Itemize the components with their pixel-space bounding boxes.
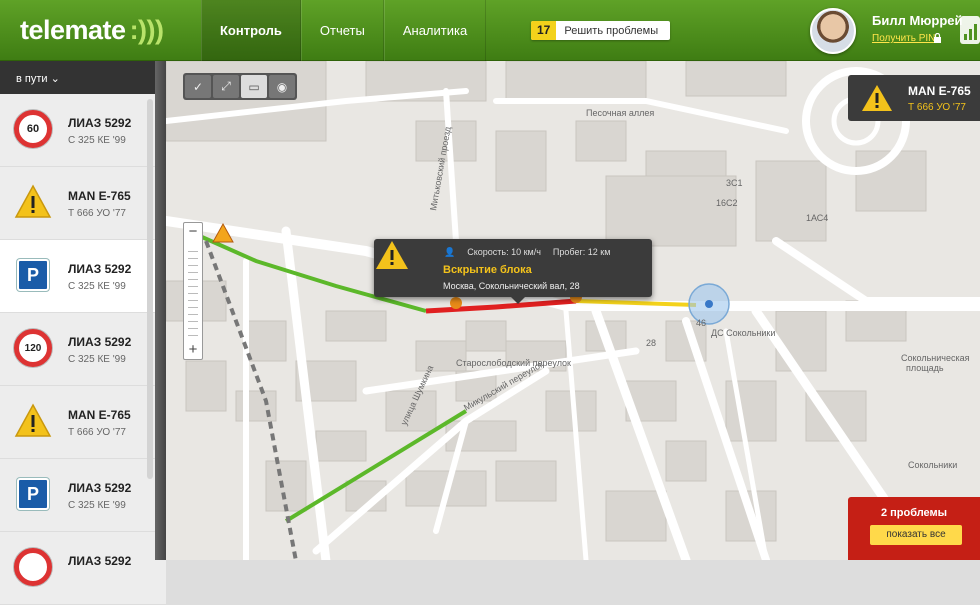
speed-value: Скорость: 10 км/ч — [467, 247, 541, 257]
traffic-toggle-button[interactable]: ▭ — [241, 75, 267, 98]
vehicle-plate: Т 666 УО '77 — [68, 427, 126, 438]
status-filter-dropdown[interactable]: в пути ⌄ — [0, 61, 166, 94]
zoom-control: − + — [183, 222, 203, 360]
avatar[interactable] — [810, 8, 856, 54]
sidebar-scrollbar[interactable] — [147, 99, 153, 479]
logo-text: telemate — [20, 15, 126, 45]
parking-icon: P — [17, 259, 49, 291]
alert-vehicle-plate: Т 666 УО '77 — [908, 102, 966, 113]
map-toolbar: ✓ ⤢ ▭ ◉ — [183, 73, 297, 100]
zoom-slider[interactable] — [188, 245, 198, 339]
chevron-down-icon: ⌄ — [50, 73, 60, 85]
map-building-label: 28 — [646, 338, 656, 348]
view-eye-icon[interactable]: ◉ — [269, 75, 295, 98]
vehicle-plate: С 325 КЕ '99 — [68, 135, 126, 146]
map-place-label: Сокольническая — [901, 353, 970, 363]
vehicle-plate: С 325 КЕ '99 — [68, 500, 126, 511]
lock-icon — [934, 33, 941, 43]
show-all-button[interactable]: показать все — [870, 525, 962, 545]
route-tool-button[interactable]: ✓ — [185, 75, 211, 98]
fullscreen-icon[interactable]: ⤢ — [213, 75, 239, 98]
problems-title: 2 проблемы — [880, 507, 948, 519]
warning-icon — [862, 85, 892, 111]
solve-problems-label: Решить проблемы — [564, 24, 659, 37]
telemate-logo[interactable]: telemate:))) — [20, 15, 164, 46]
vehicle-sidebar: в пути ⌄ 60 ЛИАЗ 5292 С 325 КЕ '99 MAN E… — [0, 61, 166, 605]
warning-icon — [14, 403, 52, 437]
map-building-label: 1АС4 — [806, 213, 828, 223]
map-building-label: 3С1 — [726, 178, 743, 188]
user-name: Билл Мюррей — [872, 13, 963, 28]
event-tooltip: 👤 Скорость: 10 км/ч Пробег: 12 км Вскрыт… — [374, 239, 652, 304]
map-street-label: Старослободский переулок — [456, 358, 571, 368]
logo-signal-icon: :))) — [129, 15, 164, 45]
event-title: Вскрытие блока — [443, 264, 532, 276]
problems-count-badge: 17 — [531, 21, 557, 40]
map-street-label: Песочная аллея — [586, 108, 654, 118]
vehicle-name: ЛИАЗ 5292 — [68, 335, 132, 349]
solve-problems-button[interactable]: 17 Решить проблемы — [531, 21, 671, 40]
map-canvas[interactable]: Песочная аллея Митьковский проезд Старос… — [166, 61, 980, 560]
zoom-out-button[interactable]: + — [184, 341, 202, 359]
map-place-label: Сокольники — [908, 460, 957, 470]
speed-limit-120-icon: 120 — [14, 329, 52, 367]
speed-limit-icon — [14, 548, 52, 586]
map-place-label: площадь — [906, 363, 944, 373]
vehicle-alert-card[interactable]: MAN E-765 Т 666 УО '77 — [848, 75, 980, 121]
vehicle-item[interactable]: ЛИАЗ 5292 — [0, 532, 166, 605]
vehicle-item[interactable]: 60 ЛИАЗ 5292 С 325 КЕ '99 — [0, 94, 166, 167]
map-view[interactable]: Песочная аллея Митьковский проезд Старос… — [166, 61, 980, 560]
vehicle-name: ЛИАЗ 5292 — [68, 554, 132, 568]
zoom-in-button[interactable]: − — [184, 223, 202, 241]
vehicle-list: 60 ЛИАЗ 5292 С 325 КЕ '99 MAN E-765 Т 66… — [0, 94, 166, 605]
map-street-label: ДС Сокольники — [711, 328, 775, 338]
alert-vehicle-name: MAN E-765 — [908, 84, 971, 98]
driver-icon: 👤 — [444, 247, 456, 257]
warning-icon — [14, 184, 52, 218]
vehicle-name: ЛИАЗ 5292 — [68, 262, 132, 276]
speed-limit-60-icon: 60 — [14, 110, 52, 148]
event-address: Москва, Сокольнический вал, 28 — [443, 281, 580, 291]
map-building-label: 46 — [696, 318, 706, 328]
nav-reports[interactable]: Отчеты — [300, 0, 384, 61]
vehicle-plate: С 325 КЕ '99 — [68, 281, 126, 292]
main-nav: Контроль Отчеты Аналитика — [201, 0, 487, 61]
status-filter-label: в пути — [16, 73, 48, 85]
nav-control[interactable]: Контроль — [201, 0, 301, 61]
vehicle-name: ЛИАЗ 5292 — [68, 116, 132, 130]
vehicle-item[interactable]: MAN E-765 Т 666 УО '77 — [0, 386, 166, 459]
tooltip-meta: 👤 Скорость: 10 км/ч Пробег: 12 км — [444, 247, 610, 258]
nav-analytics[interactable]: Аналитика — [383, 0, 487, 61]
sidebar-edge — [155, 61, 166, 560]
vehicle-plate: С 325 КЕ '99 — [68, 354, 126, 365]
vehicle-plate: Т 666 УО '77 — [68, 208, 126, 219]
vehicle-item[interactable]: 120 ЛИАЗ 5292 С 325 КЕ '99 — [0, 313, 166, 386]
warning-icon — [376, 241, 408, 269]
mileage-value: Пробег: 12 км — [552, 247, 611, 257]
problems-panel: 2 проблемы показать все — [848, 497, 980, 560]
parking-icon: P — [17, 478, 49, 510]
map-building-label: 16С2 — [716, 198, 738, 208]
vehicle-name: MAN E-765 — [68, 189, 131, 203]
signal-icon — [960, 16, 980, 44]
top-bar: telemate:))) Контроль Отчеты Аналитика 1… — [0, 0, 980, 61]
get-pin-link[interactable]: Получить PIN — [872, 33, 935, 44]
vehicle-item-selected[interactable]: P ЛИАЗ 5292 С 325 КЕ '99 — [0, 240, 166, 313]
vehicle-name: MAN E-765 — [68, 408, 131, 422]
vehicle-name: ЛИАЗ 5292 — [68, 481, 132, 495]
vehicle-item[interactable]: MAN E-765 Т 666 УО '77 — [0, 167, 166, 240]
vehicle-item[interactable]: P ЛИАЗ 5292 С 325 КЕ '99 — [0, 459, 166, 532]
